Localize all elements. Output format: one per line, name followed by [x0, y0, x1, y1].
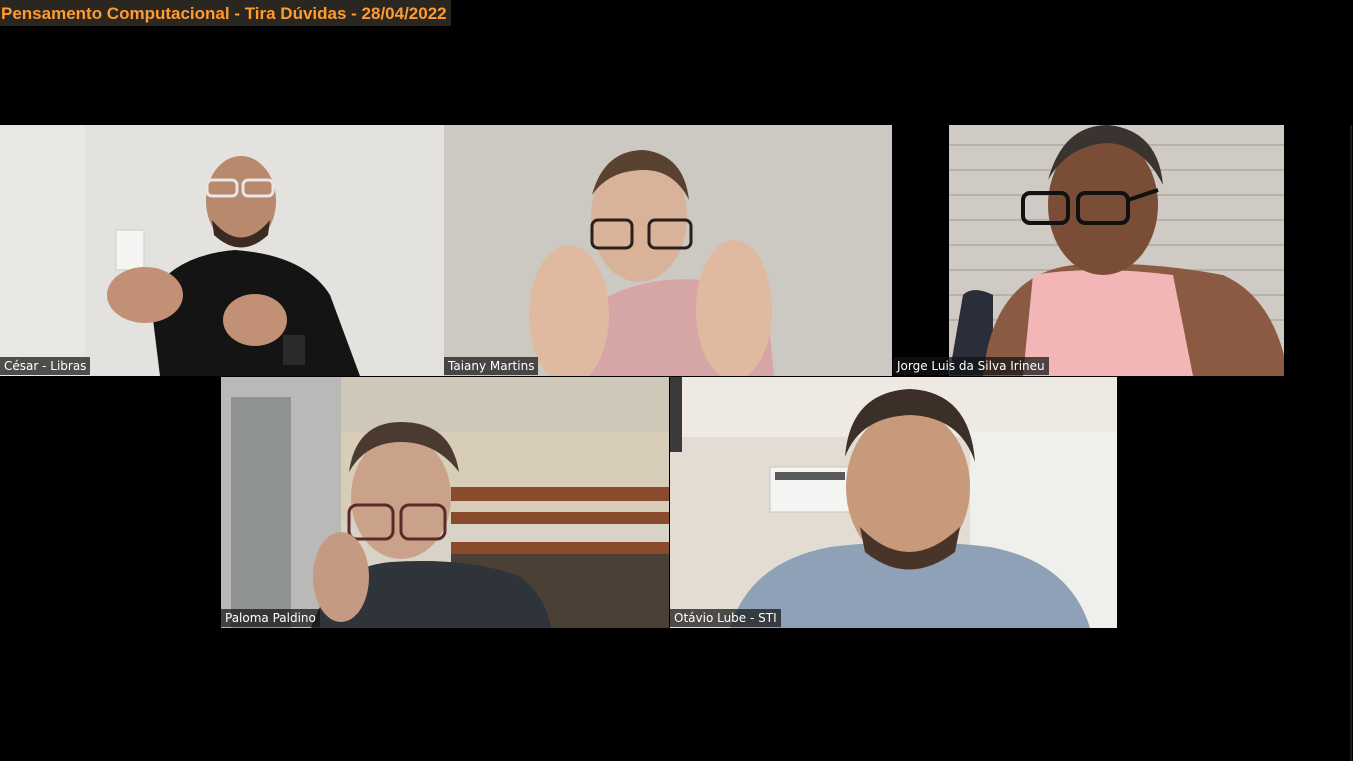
participant-name-label: César - Libras	[0, 357, 91, 375]
meeting-title: Pensamento Computacional - Tira Dúvidas …	[0, 0, 451, 26]
participant-name-label: Paloma Paldino	[221, 609, 320, 627]
video-tile-cesar-libras[interactable]: César - Libras	[0, 125, 444, 376]
participant-name-label: Otávio Lube - STI	[670, 609, 781, 627]
video-tile-otavio-lube[interactable]: Otávio Lube - STI	[670, 377, 1117, 628]
participant-video-feed	[444, 125, 892, 376]
video-conference-window: Pensamento Computacional - Tira Dúvidas …	[0, 0, 1353, 761]
window-edge	[1350, 125, 1352, 761]
video-tile-jorge-luis[interactable]: Jorge Luis da Silva Irineu	[893, 125, 1284, 376]
participant-name-label: Jorge Luis da Silva Irineu	[893, 357, 1049, 375]
participant-video-feed	[893, 125, 1284, 376]
participant-video-feed	[221, 377, 669, 628]
participant-video-feed	[0, 125, 444, 376]
participant-name-label: Taiany Martins	[444, 357, 539, 375]
participant-video-feed	[670, 377, 1117, 628]
video-tile-taiany-martins[interactable]: Taiany Martins	[444, 125, 892, 376]
video-tile-paloma-paldino[interactable]: Paloma Paldino	[221, 377, 669, 628]
